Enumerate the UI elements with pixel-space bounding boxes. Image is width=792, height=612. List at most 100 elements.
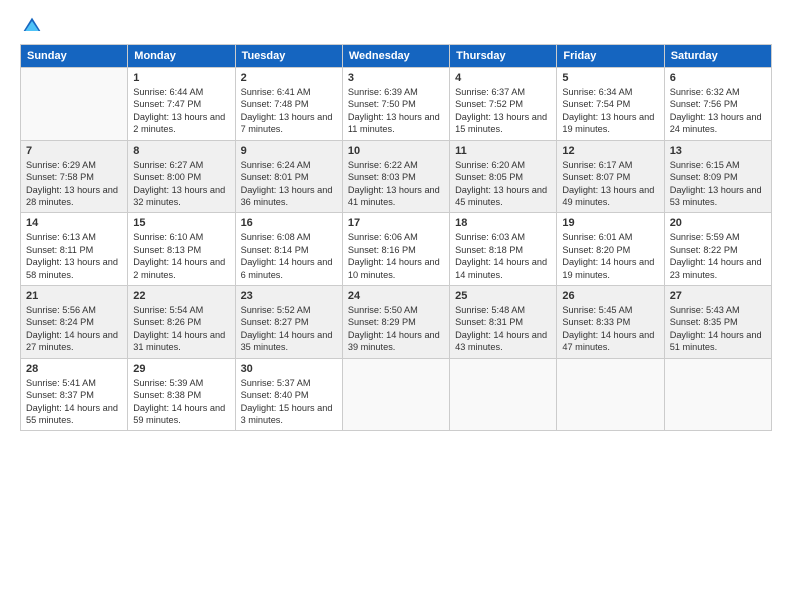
calendar-cell: 25 Sunrise: 5:48 AMSunset: 8:31 PMDayligh… xyxy=(450,286,557,359)
cell-info: Sunrise: 5:52 AMSunset: 8:27 PMDaylight:… xyxy=(241,304,337,354)
calendar-cell: 29Sunrise: 5:39 AMSunset: 8:38 PMDayligh… xyxy=(128,358,235,431)
cell-info: Sunrise: 6:32 AMSunset: 7:56 PMDaylight:… xyxy=(670,86,766,136)
calendar-cell: 24 Sunrise: 5:50 AMSunset: 8:29 PMDayligh… xyxy=(342,286,449,359)
column-header-sunday: Sunday xyxy=(21,45,128,68)
calendar-week-row: 21Sunrise: 5:56 AMSunset: 8:24 PMDayligh… xyxy=(21,286,772,359)
calendar-week-row: 28 Sunrise: 5:41 AMSunset: 8:37 PMDayligh… xyxy=(21,358,772,431)
cell-info: Sunrise: 6:29 AMSunset: 7:58 PMDaylight:… xyxy=(26,159,122,209)
day-number: 17 xyxy=(348,217,444,229)
calendar-cell xyxy=(450,358,557,431)
calendar-cell: 28 Sunrise: 5:41 AMSunset: 8:37 PMDayligh… xyxy=(21,358,128,431)
calendar-cell: 17 Sunrise: 6:06 AMSunset: 8:16 PMDayligh… xyxy=(342,213,449,286)
cell-info: Sunrise: 6:34 AMSunset: 7:54 PMDaylight:… xyxy=(562,86,658,136)
day-number: 19 xyxy=(562,217,658,229)
calendar-cell: 20 Sunrise: 5:59 AMSunset: 8:22 PMDayligh… xyxy=(664,213,771,286)
calendar-cell: 14 Sunrise: 6:13 AMSunset: 8:11 PMDayligh… xyxy=(21,213,128,286)
calendar-cell: 19 Sunrise: 6:01 AMSunset: 8:20 PMDayligh… xyxy=(557,213,664,286)
logo xyxy=(20,16,42,36)
calendar-week-row: 14 Sunrise: 6:13 AMSunset: 8:11 PMDayligh… xyxy=(21,213,772,286)
cell-info: Sunrise: 5:39 AMSunset: 8:38 PMDaylight:… xyxy=(133,377,229,427)
cell-info: Sunrise: 5:41 AMSunset: 8:37 PMDaylight:… xyxy=(26,377,122,427)
calendar-cell xyxy=(557,358,664,431)
calendar-cell: 30Sunrise: 5:37 AMSunset: 8:40 PMDayligh… xyxy=(235,358,342,431)
calendar-cell: 21Sunrise: 5:56 AMSunset: 8:24 PMDayligh… xyxy=(21,286,128,359)
cell-info: Sunrise: 6:10 AMSunset: 8:13 PMDaylight:… xyxy=(133,231,229,281)
calendar-cell: 26 Sunrise: 5:45 AMSunset: 8:33 PMDayligh… xyxy=(557,286,664,359)
column-header-thursday: Thursday xyxy=(450,45,557,68)
day-number: 20 xyxy=(670,217,766,229)
day-number: 8 xyxy=(133,145,229,157)
calendar-cell: 11 Sunrise: 6:20 AMSunset: 8:05 PMDayligh… xyxy=(450,140,557,213)
calendar-cell: 15 Sunrise: 6:10 AMSunset: 8:13 PMDayligh… xyxy=(128,213,235,286)
day-number: 24 xyxy=(348,290,444,302)
cell-info: Sunrise: 5:54 AMSunset: 8:26 PMDaylight:… xyxy=(133,304,229,354)
day-number: 22 xyxy=(133,290,229,302)
column-header-saturday: Saturday xyxy=(664,45,771,68)
cell-info: Sunrise: 6:20 AMSunset: 8:05 PMDaylight:… xyxy=(455,159,551,209)
cell-info: Sunrise: 5:50 AMSunset: 8:29 PMDaylight:… xyxy=(348,304,444,354)
column-header-wednesday: Wednesday xyxy=(342,45,449,68)
day-number: 15 xyxy=(133,217,229,229)
day-number: 13 xyxy=(670,145,766,157)
calendar-cell: 23 Sunrise: 5:52 AMSunset: 8:27 PMDayligh… xyxy=(235,286,342,359)
calendar-cell: 27Sunrise: 5:43 AMSunset: 8:35 PMDayligh… xyxy=(664,286,771,359)
calendar-cell: 1 Sunrise: 6:44 AMSunset: 7:47 PMDaylight… xyxy=(128,68,235,141)
cell-info: Sunrise: 6:06 AMSunset: 8:16 PMDaylight:… xyxy=(348,231,444,281)
day-number: 18 xyxy=(455,217,551,229)
cell-info: Sunrise: 6:08 AMSunset: 8:14 PMDaylight:… xyxy=(241,231,337,281)
day-number: 11 xyxy=(455,145,551,157)
day-number: 4 xyxy=(455,72,551,84)
day-number: 7 xyxy=(26,145,122,157)
day-number: 10 xyxy=(348,145,444,157)
logo-icon xyxy=(22,16,42,36)
cell-info: Sunrise: 6:39 AMSunset: 7:50 PMDaylight:… xyxy=(348,86,444,136)
day-number: 12 xyxy=(562,145,658,157)
cell-info: Sunrise: 5:45 AMSunset: 8:33 PMDaylight:… xyxy=(562,304,658,354)
cell-info: Sunrise: 6:01 AMSunset: 8:20 PMDaylight:… xyxy=(562,231,658,281)
cell-info: Sunrise: 6:41 AMSunset: 7:48 PMDaylight:… xyxy=(241,86,337,136)
day-number: 26 xyxy=(562,290,658,302)
cell-info: Sunrise: 5:48 AMSunset: 8:31 PMDaylight:… xyxy=(455,304,551,354)
day-number: 16 xyxy=(241,217,337,229)
page-header xyxy=(20,16,772,36)
cell-info: Sunrise: 6:13 AMSunset: 8:11 PMDaylight:… xyxy=(26,231,122,281)
day-number: 9 xyxy=(241,145,337,157)
calendar-cell: 3 Sunrise: 6:39 AMSunset: 7:50 PMDaylight… xyxy=(342,68,449,141)
calendar-cell: 2 Sunrise: 6:41 AMSunset: 7:48 PMDaylight… xyxy=(235,68,342,141)
day-number: 14 xyxy=(26,217,122,229)
cell-info: Sunrise: 6:15 AMSunset: 8:09 PMDaylight:… xyxy=(670,159,766,209)
cell-info: Sunrise: 5:43 AMSunset: 8:35 PMDaylight:… xyxy=(670,304,766,354)
cell-info: Sunrise: 6:17 AMSunset: 8:07 PMDaylight:… xyxy=(562,159,658,209)
cell-info: Sunrise: 6:24 AMSunset: 8:01 PMDaylight:… xyxy=(241,159,337,209)
day-number: 3 xyxy=(348,72,444,84)
day-number: 6 xyxy=(670,72,766,84)
calendar-cell: 22 Sunrise: 5:54 AMSunset: 8:26 PMDayligh… xyxy=(128,286,235,359)
calendar-header-row: SundayMondayTuesdayWednesdayThursdayFrid… xyxy=(21,45,772,68)
day-number: 1 xyxy=(133,72,229,84)
day-number: 5 xyxy=(562,72,658,84)
calendar-cell: 10 Sunrise: 6:22 AMSunset: 8:03 PMDayligh… xyxy=(342,140,449,213)
calendar-cell: 16 Sunrise: 6:08 AMSunset: 8:14 PMDayligh… xyxy=(235,213,342,286)
cell-info: Sunrise: 5:37 AMSunset: 8:40 PMDaylight:… xyxy=(241,377,337,427)
calendar-week-row: 1 Sunrise: 6:44 AMSunset: 7:47 PMDaylight… xyxy=(21,68,772,141)
day-number: 2 xyxy=(241,72,337,84)
calendar-cell: 7 Sunrise: 6:29 AMSunset: 7:58 PMDaylight… xyxy=(21,140,128,213)
calendar-cell: 13 Sunrise: 6:15 AMSunset: 8:09 PMDayligh… xyxy=(664,140,771,213)
calendar-cell: 18Sunrise: 6:03 AMSunset: 8:18 PMDayligh… xyxy=(450,213,557,286)
cell-info: Sunrise: 6:37 AMSunset: 7:52 PMDaylight:… xyxy=(455,86,551,136)
day-number: 25 xyxy=(455,290,551,302)
column-header-tuesday: Tuesday xyxy=(235,45,342,68)
day-number: 28 xyxy=(26,363,122,375)
calendar-week-row: 7 Sunrise: 6:29 AMSunset: 7:58 PMDaylight… xyxy=(21,140,772,213)
cell-info: Sunrise: 6:44 AMSunset: 7:47 PMDaylight:… xyxy=(133,86,229,136)
calendar-table: SundayMondayTuesdayWednesdayThursdayFrid… xyxy=(20,44,772,431)
day-number: 23 xyxy=(241,290,337,302)
calendar-cell: 6 Sunrise: 6:32 AMSunset: 7:56 PMDaylight… xyxy=(664,68,771,141)
cell-info: Sunrise: 5:59 AMSunset: 8:22 PMDaylight:… xyxy=(670,231,766,281)
calendar-cell xyxy=(342,358,449,431)
day-number: 21 xyxy=(26,290,122,302)
column-header-monday: Monday xyxy=(128,45,235,68)
cell-info: Sunrise: 6:27 AMSunset: 8:00 PMDaylight:… xyxy=(133,159,229,209)
calendar-cell: 5 Sunrise: 6:34 AMSunset: 7:54 PMDaylight… xyxy=(557,68,664,141)
cell-info: Sunrise: 6:22 AMSunset: 8:03 PMDaylight:… xyxy=(348,159,444,209)
